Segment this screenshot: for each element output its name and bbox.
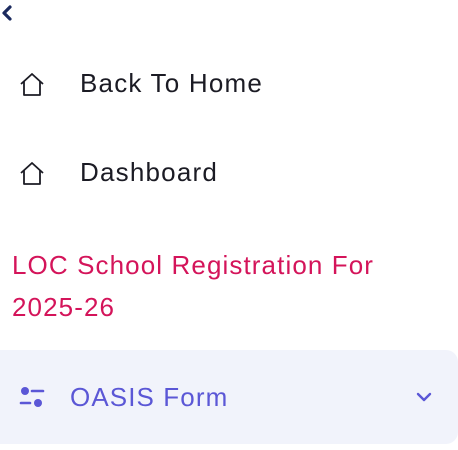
- chevron-left-icon: [2, 5, 12, 21]
- menu-group-oasis-form[interactable]: OASIS Form: [0, 350, 458, 444]
- menu-group-label: OASIS Form: [70, 381, 229, 412]
- home-icon: [18, 159, 46, 187]
- chevron-down-icon[interactable]: [412, 385, 436, 409]
- sidebar-item-label: Dashboard: [80, 157, 218, 187]
- sidebar: Back To Home Dashboard LOC School Regist…: [0, 0, 458, 450]
- section-title: LOC School Registration For 2025-26: [12, 250, 375, 322]
- sidebar-item-label: Back To Home: [80, 68, 263, 98]
- sidebar-item-dashboard[interactable]: Dashboard: [18, 157, 218, 188]
- sidebar-item-back-to-home[interactable]: Back To Home: [18, 68, 263, 99]
- collapse-sidebar-button[interactable]: [0, 2, 20, 24]
- home-icon: [18, 70, 46, 98]
- toggle-settings-icon: [18, 383, 46, 411]
